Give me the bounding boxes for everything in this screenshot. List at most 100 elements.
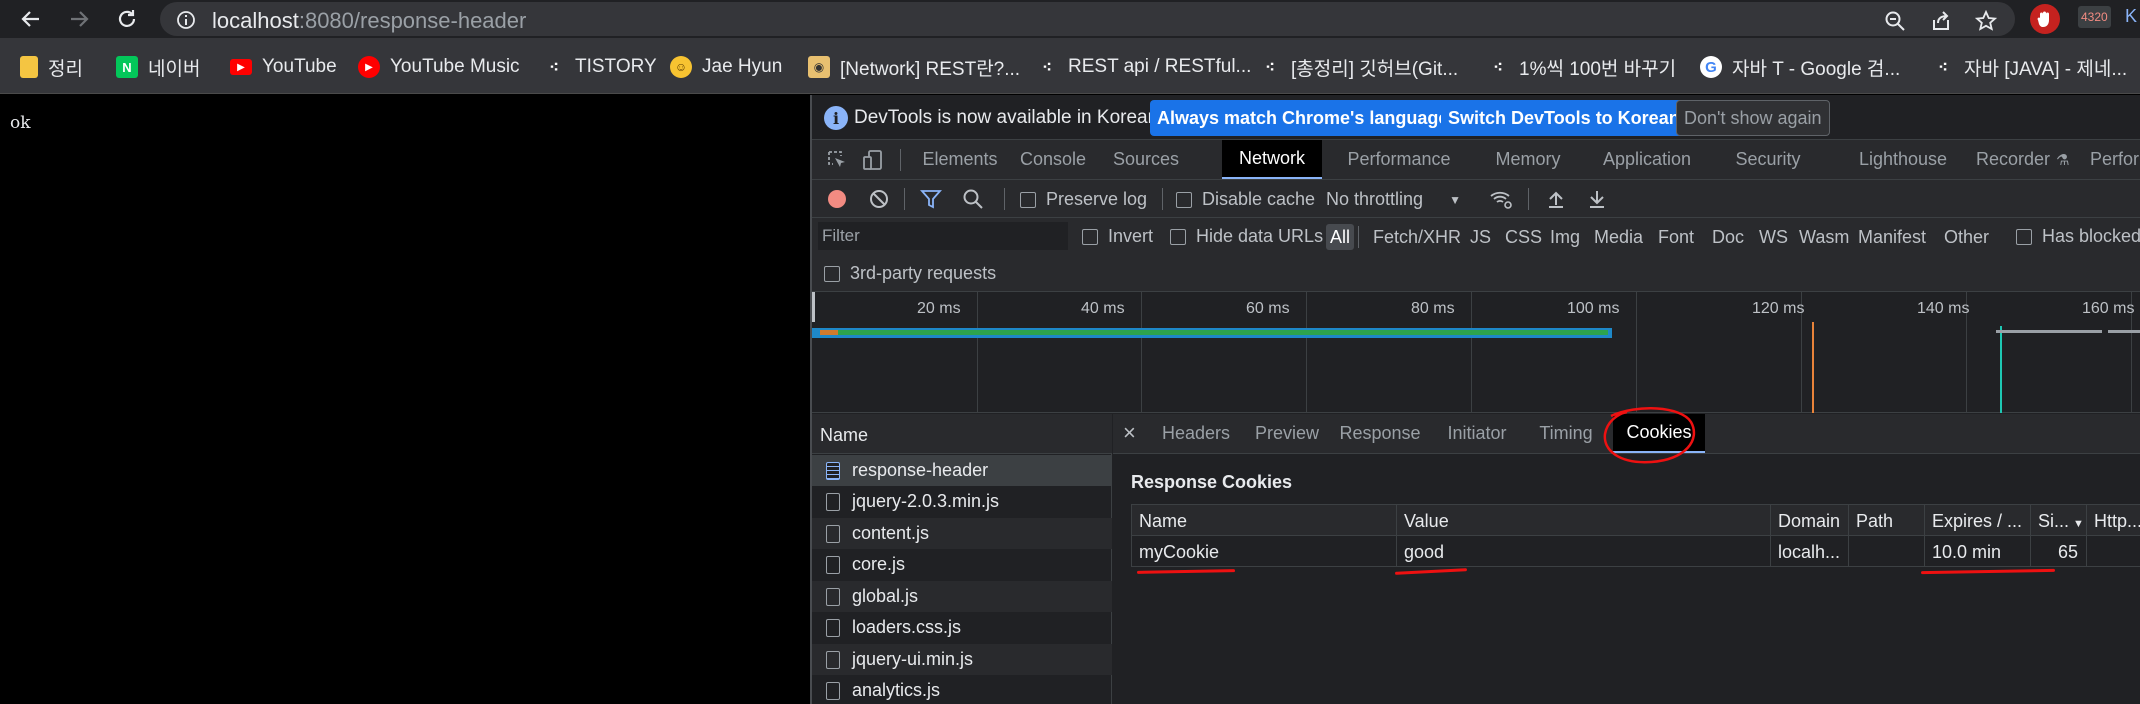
extension-icon[interactable]: K bbox=[2125, 6, 2137, 27]
inspect-element-icon[interactable] bbox=[822, 145, 852, 175]
filter-type-media[interactable]: Media bbox=[1590, 224, 1647, 250]
request-row[interactable]: loaders.css.js bbox=[812, 612, 1112, 643]
request-row[interactable]: content.js bbox=[812, 518, 1112, 549]
filter-type-font[interactable]: Font bbox=[1654, 224, 1698, 250]
share-icon[interactable] bbox=[1928, 8, 1954, 34]
filter-type-js[interactable]: JS bbox=[1466, 224, 1495, 250]
cookie-name-cell[interactable]: myCookie bbox=[1131, 536, 1397, 567]
tab-sources[interactable]: Sources bbox=[1098, 140, 1194, 179]
filter-type-doc[interactable]: Doc bbox=[1708, 224, 1748, 250]
tab-timing[interactable]: Timing bbox=[1529, 414, 1603, 453]
filter-type-fetch-xhr[interactable]: Fetch/XHR bbox=[1369, 224, 1465, 250]
column-header-value[interactable]: Value bbox=[1397, 504, 1771, 536]
clear-button[interactable] bbox=[864, 184, 894, 214]
bookmark-star-icon[interactable] bbox=[1973, 8, 1999, 34]
invert-checkbox[interactable]: Invert bbox=[1082, 226, 1153, 247]
search-button[interactable] bbox=[958, 184, 988, 214]
column-header-expires[interactable]: Expires / ... bbox=[1925, 504, 2031, 536]
bookmark-folder[interactable]: 정리 bbox=[20, 54, 83, 80]
hide-data-urls-checkbox[interactable]: Hide data URLs bbox=[1170, 226, 1323, 247]
third-party-checkbox[interactable]: 3rd-party requests bbox=[824, 263, 996, 284]
throttling-select[interactable]: No throttling ▼ bbox=[1326, 189, 1461, 210]
bookmark-youtube[interactable]: ▶ YouTube bbox=[230, 54, 337, 80]
tab-recorder[interactable]: Recorder ⚗ bbox=[1976, 140, 2072, 179]
cookie-domain-cell[interactable]: localh... bbox=[1771, 536, 1849, 567]
column-header-size[interactable]: Si... ▼ bbox=[2031, 504, 2087, 536]
preserve-log-checkbox[interactable]: Preserve log bbox=[1020, 189, 1147, 210]
bookmark-tistory[interactable]: ⁖ TISTORY bbox=[543, 54, 656, 80]
cookie-value-cell[interactable]: good bbox=[1397, 536, 1771, 567]
column-header-domain[interactable]: Domain bbox=[1771, 504, 1849, 536]
import-har-button[interactable] bbox=[1541, 184, 1571, 214]
zoom-icon[interactable] bbox=[1882, 8, 1908, 34]
request-row[interactable]: response-header bbox=[812, 455, 1112, 486]
filter-type-all[interactable]: All bbox=[1326, 224, 1355, 250]
disable-cache-checkbox[interactable]: Disable cache bbox=[1176, 189, 1315, 210]
record-button[interactable] bbox=[822, 184, 852, 214]
tab-network[interactable]: Network bbox=[1222, 140, 1322, 179]
extension-badge[interactable]: 4320 bbox=[2078, 6, 2111, 28]
request-row[interactable]: jquery-ui.min.js bbox=[812, 644, 1112, 675]
back-button[interactable] bbox=[16, 4, 46, 34]
cookie-httponly-cell[interactable] bbox=[2087, 536, 2140, 567]
filter-type-manifest[interactable]: Manifest bbox=[1854, 224, 1930, 250]
checkbox[interactable] bbox=[824, 265, 840, 282]
device-toolbar-icon[interactable] bbox=[858, 145, 888, 175]
switch-to-korean-button[interactable]: Switch DevTools to Korean bbox=[1441, 100, 1687, 136]
tab-console[interactable]: Console bbox=[1008, 140, 1098, 179]
bookmark-jae-hyun[interactable]: ☺ Jae Hyun bbox=[670, 54, 782, 80]
tab-application[interactable]: Application bbox=[1589, 140, 1705, 179]
request-row[interactable]: global.js bbox=[812, 581, 1112, 612]
always-match-language-button[interactable]: Always match Chrome's language bbox=[1150, 100, 1456, 136]
network-overview-timeline[interactable]: 20 ms 40 ms 60 ms 80 ms 100 ms 120 ms 14… bbox=[812, 292, 2140, 413]
bookmark-github[interactable]: ⁖ [총정리] 깃허브(Git... bbox=[1259, 54, 1458, 80]
filter-type-other[interactable]: Other bbox=[1940, 224, 1993, 250]
cookie-expires-cell[interactable]: 10.0 min bbox=[1925, 536, 2031, 567]
tab-security[interactable]: Security bbox=[1718, 140, 1818, 179]
filter-type-ws[interactable]: WS bbox=[1755, 224, 1792, 250]
name-column-header[interactable]: Name bbox=[812, 414, 1112, 454]
column-header-path[interactable]: Path bbox=[1849, 504, 1925, 536]
bookmark-naver[interactable]: N 네이버 bbox=[116, 54, 200, 80]
dont-show-again-button[interactable]: Don't show again bbox=[1676, 100, 1830, 136]
filter-type-img[interactable]: Img bbox=[1546, 224, 1584, 250]
cookie-size-cell[interactable]: 65 bbox=[2031, 536, 2087, 567]
tab-headers[interactable]: Headers bbox=[1153, 414, 1239, 453]
tab-performance[interactable]: Performance bbox=[1332, 140, 1466, 179]
bookmark-one-percent[interactable]: ⁖ 1%씩 100번 바꾸기 bbox=[1487, 54, 1676, 80]
close-icon[interactable]: × bbox=[1123, 420, 1136, 446]
tab-response[interactable]: Response bbox=[1335, 414, 1425, 453]
cookie-path-cell[interactable] bbox=[1849, 536, 1925, 567]
export-har-button[interactable] bbox=[1582, 184, 1612, 214]
filter-toggle-button[interactable] bbox=[916, 184, 946, 214]
forward-button[interactable] bbox=[64, 4, 94, 34]
network-conditions-button[interactable] bbox=[1486, 184, 1516, 214]
column-header-name[interactable]: Name bbox=[1131, 504, 1397, 536]
bookmark-google-java[interactable]: G 자바 T - Google 검... bbox=[1700, 54, 1900, 80]
checkbox[interactable] bbox=[1170, 228, 1186, 245]
has-blocked-cookies-checkbox[interactable]: Has blocked bbox=[2016, 226, 2140, 247]
tab-memory[interactable]: Memory bbox=[1480, 140, 1576, 179]
checkbox[interactable] bbox=[2016, 228, 2032, 245]
tab-performance-insights[interactable]: Perform bbox=[2090, 140, 2140, 179]
reload-button[interactable] bbox=[112, 4, 142, 34]
checkbox[interactable] bbox=[1176, 191, 1192, 208]
checkbox[interactable] bbox=[1020, 191, 1036, 208]
address-bar[interactable]: localhost:8080/response-header bbox=[160, 2, 2015, 36]
request-row[interactable]: analytics.js bbox=[812, 675, 1112, 704]
filter-type-css[interactable]: CSS bbox=[1501, 224, 1546, 250]
checkbox[interactable] bbox=[1082, 228, 1098, 245]
bookmark-java-generics[interactable]: ⁖ 자바 [JAVA] - 제네... bbox=[1932, 54, 2127, 80]
bookmark-rest-api[interactable]: ⁖ REST api / RESTful... bbox=[1036, 54, 1251, 80]
filter-input[interactable] bbox=[818, 222, 1068, 250]
tab-preview[interactable]: Preview bbox=[1249, 414, 1325, 453]
tab-lighthouse[interactable]: Lighthouse bbox=[1842, 140, 1964, 179]
tab-elements[interactable]: Elements bbox=[912, 140, 1008, 179]
adblock-extension-icon[interactable] bbox=[2030, 4, 2060, 34]
bookmark-youtube-music[interactable]: ▶ YouTube Music bbox=[358, 54, 520, 80]
request-row[interactable]: core.js bbox=[812, 549, 1112, 580]
column-header-httponly[interactable]: Http... bbox=[2087, 504, 2140, 536]
bookmark-rest[interactable]: ◉ [Network] REST란?... bbox=[808, 54, 1020, 80]
tab-initiator[interactable]: Initiator bbox=[1435, 414, 1519, 453]
request-row[interactable]: jquery-2.0.3.min.js bbox=[812, 486, 1112, 517]
